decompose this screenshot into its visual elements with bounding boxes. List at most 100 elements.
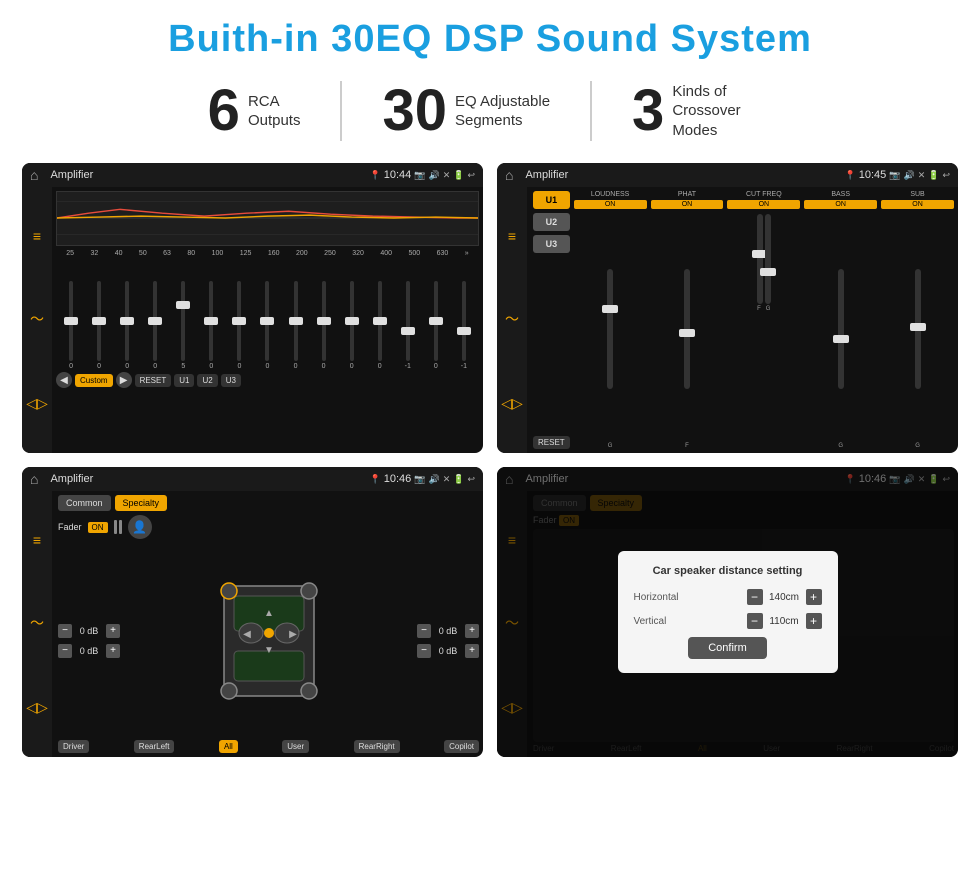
- fader-back-icon[interactable]: ↩: [467, 474, 475, 485]
- eq-wifi-icon: ✕: [443, 170, 451, 181]
- fader-fl-plus[interactable]: +: [106, 624, 120, 638]
- eq-slider-2[interactable]: 0: [86, 281, 112, 370]
- distance-vertical-plus[interactable]: +: [806, 613, 822, 629]
- distance-horizontal-minus[interactable]: −: [747, 589, 763, 605]
- fader-rearleft-button[interactable]: RearLeft: [134, 740, 175, 753]
- eq-freq-labels: 253240 506380 100125160 200250320 400500…: [56, 250, 479, 257]
- eq-slider-1[interactable]: 0: [58, 281, 84, 370]
- eq-slider-7[interactable]: 0: [226, 281, 252, 370]
- distance-horizontal-value: 140cm: [767, 592, 802, 603]
- eq-slider-15[interactable]: -1: [451, 281, 477, 370]
- crossover-u1-button[interactable]: U1: [533, 191, 570, 209]
- fader-fr-plus[interactable]: +: [465, 624, 479, 638]
- svg-text:▲: ▲: [264, 608, 274, 619]
- eq-slider-8[interactable]: 0: [254, 281, 280, 370]
- fader-driver-button[interactable]: Driver: [58, 740, 89, 753]
- fader-vol-icon[interactable]: ◁▷: [26, 699, 48, 716]
- distance-dialog-overlay: Car speaker distance setting Horizontal …: [497, 467, 958, 757]
- eq-slider-6[interactable]: 0: [198, 281, 224, 370]
- eq-slider-13[interactable]: -1: [395, 281, 421, 370]
- crossover-u3-button[interactable]: U3: [533, 235, 570, 253]
- fader-time: 10:46: [384, 473, 412, 485]
- person-icon: 👤: [128, 515, 152, 539]
- fader-rr-plus[interactable]: +: [465, 644, 479, 658]
- eq-slider-3[interactable]: 0: [114, 281, 140, 370]
- crossover-reset-button[interactable]: RESET: [533, 436, 570, 449]
- eq-prev-button[interactable]: ◀: [56, 372, 72, 388]
- sidebar-vol-icon[interactable]: ◁▷: [26, 395, 48, 412]
- fader-status-icons: 📍 10:46 📷 🔊 ✕ 🔋 ↩: [370, 473, 476, 485]
- sidebar-wave-icon[interactable]: 〜: [30, 309, 44, 329]
- distance-vertical-value: 110cm: [767, 616, 802, 627]
- fader-user-button[interactable]: User: [282, 740, 309, 753]
- crossover-mode-buttons: U1 U2 U3 RESET: [533, 191, 570, 449]
- eq-graph: [56, 191, 479, 246]
- eq-reset-button[interactable]: RESET: [135, 374, 172, 387]
- eq-slider-11[interactable]: 0: [339, 281, 365, 370]
- eq-time: 10:44: [384, 169, 412, 181]
- fader-rr-minus[interactable]: −: [417, 644, 431, 658]
- fader-all-button[interactable]: All: [219, 740, 238, 753]
- fader-rl-value: 0 dB: [75, 646, 103, 656]
- crossover-wave-icon[interactable]: 〜: [505, 309, 519, 329]
- fader-eq-icon[interactable]: ≡: [33, 532, 41, 548]
- eq-slider-14[interactable]: 0: [423, 281, 449, 370]
- sidebar-eq-icon[interactable]: ≡: [33, 228, 41, 244]
- fader-toggle[interactable]: ON: [88, 522, 108, 533]
- eq-content: 253240 506380 100125160 200250320 400500…: [54, 187, 483, 453]
- fader-rearright-button[interactable]: RearRight: [354, 740, 400, 753]
- crossover-home-icon[interactable]: ⌂: [505, 167, 513, 183]
- distance-horizontal-stepper: − 140cm +: [747, 589, 822, 605]
- eq-slider-12[interactable]: 0: [367, 281, 393, 370]
- crossover-back-icon[interactable]: ↩: [942, 170, 950, 181]
- crossover-content: U1 U2 U3 RESET LOUDNESS ON PHAT ON: [529, 187, 958, 453]
- crossover-cam-icon: 📷: [889, 170, 900, 181]
- distance-vertical-minus[interactable]: −: [747, 613, 763, 629]
- eq-vol-icon: 🔊: [428, 170, 439, 181]
- fader-rl-plus[interactable]: +: [106, 644, 120, 658]
- crossover-vol-icon: 🔊: [903, 170, 914, 181]
- stat-rca-label: RCAOutputs: [248, 92, 301, 131]
- crossover-u2-button[interactable]: U2: [533, 213, 570, 231]
- crossover-eq-icon[interactable]: ≡: [508, 228, 516, 244]
- fader-copilot-button[interactable]: Copilot: [444, 740, 479, 753]
- eq-u2-button[interactable]: U2: [197, 374, 217, 387]
- crossover-vol-icon[interactable]: ◁▷: [501, 395, 523, 412]
- crossover-phat-slider[interactable]: [684, 269, 690, 389]
- distance-horizontal-label: Horizontal: [634, 592, 741, 603]
- eq-slider-5[interactable]: 5: [170, 281, 196, 370]
- crossover-cutfreq-g-slider[interactable]: [765, 214, 771, 304]
- confirm-button[interactable]: Confirm: [688, 637, 767, 659]
- fader-home-icon[interactable]: ⌂: [30, 471, 38, 487]
- fader-batt-icon: 🔋: [453, 474, 464, 485]
- fader-wave-icon[interactable]: 〜: [30, 613, 44, 633]
- fader-specialty-tab[interactable]: Specialty: [115, 495, 168, 511]
- eq-batt-icon: 🔋: [453, 170, 464, 181]
- stat-eq-label: EQ AdjustableSegments: [455, 92, 550, 131]
- eq-back-icon[interactable]: ↩: [467, 170, 475, 181]
- eq-home-icon[interactable]: ⌂: [30, 167, 38, 183]
- eq-custom-button[interactable]: Custom: [75, 374, 113, 387]
- fader-fl-minus[interactable]: −: [58, 624, 72, 638]
- eq-slider-10[interactable]: 0: [311, 281, 337, 370]
- crossover-title: Amplifier: [525, 169, 838, 181]
- fader-common-tab[interactable]: Common: [58, 495, 111, 511]
- eq-slider-4[interactable]: 0: [142, 281, 168, 370]
- fader-fr-minus[interactable]: −: [417, 624, 431, 638]
- fader-fr-control: − 0 dB +: [417, 624, 479, 638]
- eq-play-button[interactable]: ▶: [116, 372, 132, 388]
- distance-horizontal-plus[interactable]: +: [806, 589, 822, 605]
- fader-screen-card: ⌂ Amplifier 📍 10:46 📷 🔊 ✕ 🔋 ↩ ≡ 〜 ◁▷ Com…: [22, 467, 483, 757]
- crossover-pin-icon: 📍: [845, 170, 856, 181]
- stats-row: 6 RCAOutputs 30 EQ AdjustableSegments 3 …: [0, 71, 980, 155]
- crossover-loudness-slider[interactable]: [607, 269, 613, 389]
- fader-rl-minus[interactable]: −: [58, 644, 72, 658]
- svg-text:▼: ▼: [264, 645, 274, 656]
- eq-slider-9[interactable]: 0: [283, 281, 309, 370]
- eq-u1-button[interactable]: U1: [174, 374, 194, 387]
- eq-u3-button[interactable]: U3: [221, 374, 241, 387]
- crossover-cutfreq-f-slider[interactable]: [757, 214, 763, 304]
- crossover-sub-slider[interactable]: [915, 269, 921, 389]
- stat-rca: 6 RCAOutputs: [168, 82, 341, 140]
- crossover-bass-slider[interactable]: [838, 269, 844, 389]
